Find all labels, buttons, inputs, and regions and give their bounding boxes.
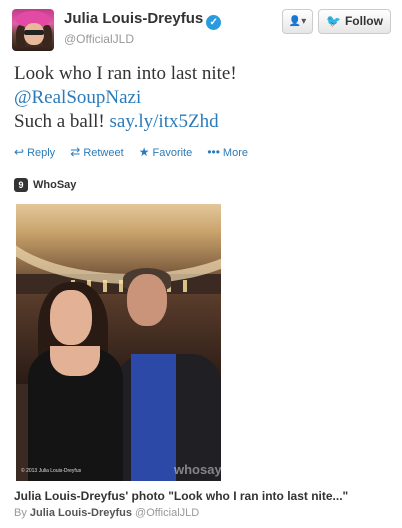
- tweet-actions: ↩ Reply ⇄ Retweet ★ Favorite ••• More: [14, 145, 260, 159]
- tweet-line-3: Such a ball! say.ly/itx5Zhd: [14, 110, 394, 134]
- follow-label: Follow: [344, 14, 383, 28]
- reply-icon: ↩: [14, 145, 25, 159]
- more-action[interactable]: ••• More: [207, 145, 248, 159]
- user-menu-icon: 👤▾: [288, 16, 307, 27]
- avatar[interactable]: [12, 9, 54, 51]
- reply-label: Reply: [27, 147, 56, 159]
- whosay-logo-icon[interactable]: 9: [14, 178, 28, 192]
- byline-name[interactable]: Julia Louis-Dreyfus: [30, 507, 132, 519]
- user-handle[interactable]: @OfficialJLD: [64, 32, 134, 46]
- more-label: More: [222, 147, 248, 159]
- display-name-text[interactable]: Julia Louis-Dreyfus: [64, 10, 203, 27]
- media-provider[interactable]: WhoSay: [33, 179, 76, 191]
- more-icon: •••: [207, 145, 220, 159]
- favorite-icon: ★: [138, 145, 150, 159]
- favorite-action[interactable]: ★ Favorite: [139, 145, 193, 159]
- tweet-text: Look who I ran into last nite! @RealSoup…: [14, 62, 394, 134]
- retweet-action[interactable]: ⇄ Retweet: [70, 145, 123, 159]
- verified-icon: ✓: [206, 15, 222, 30]
- twitter-bird-icon: 🐦: [326, 14, 341, 28]
- media-photo[interactable]: © 2013 Julia Louis-Dreyfus whosay: [16, 204, 221, 481]
- byline-prefix: By: [14, 507, 27, 519]
- tweet-line-1: Look who I ran into last nite!: [14, 63, 237, 84]
- photo-watermark: whosay: [174, 462, 221, 477]
- photo-copyright: © 2013 Julia Louis-Dreyfus: [21, 468, 82, 474]
- user-menu-button[interactable]: 👤▾: [282, 9, 313, 34]
- retweet-icon: ⇄: [70, 145, 81, 159]
- reply-action[interactable]: ↩ Reply: [14, 145, 55, 159]
- mention-link[interactable]: @RealSoupNazi: [14, 86, 394, 110]
- favorite-label: Favorite: [152, 147, 193, 159]
- photo-byline: By Julia Louis-Dreyfus @OfficialJLD: [14, 507, 199, 519]
- photo-title[interactable]: Julia Louis-Dreyfus' photo "Look who I r…: [14, 489, 348, 503]
- byline-handle[interactable]: @OfficialJLD: [135, 507, 199, 519]
- tweet-line-3-text: Such a ball!: [14, 111, 105, 132]
- follow-button[interactable]: 🐦 Follow: [318, 9, 391, 34]
- tweet-card: Julia Louis-Dreyfus ✓ @OfficialJLD 👤▾ 🐦 Fo…: [0, 0, 402, 528]
- short-link[interactable]: say.ly/itx5Zhd: [110, 111, 219, 132]
- display-name[interactable]: Julia Louis-Dreyfus ✓: [64, 10, 222, 30]
- retweet-label: Retweet: [83, 147, 124, 159]
